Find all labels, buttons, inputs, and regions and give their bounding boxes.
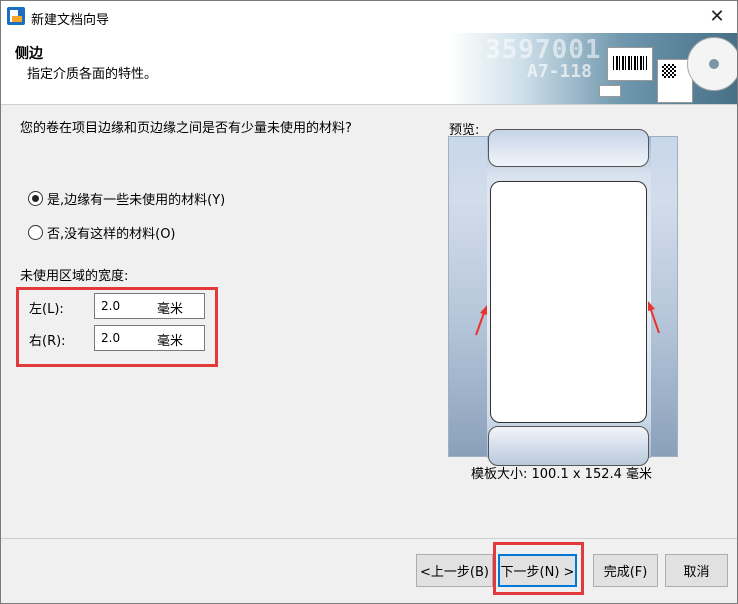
option-no-label: 否,没有这样的材料(O): [47, 227, 176, 242]
next-button-highlight: [493, 542, 584, 595]
wizard-header: 侧边 指定介质各面的特性。 3597001 A7-118: [1, 33, 737, 105]
banner-code-text: A7-118: [527, 61, 593, 82]
option-no[interactable]: 否,没有这样的材料(O): [28, 223, 176, 242]
title-bar: 新建文档向导 ✕: [1, 1, 737, 33]
close-icon: ✕: [709, 5, 725, 27]
template-size-text: 模板大小: 100.1 x 152.4 毫米: [471, 467, 653, 482]
close-button[interactable]: ✕: [705, 5, 729, 27]
option-yes-label: 是,边缘有一些未使用的材料(Y): [47, 193, 226, 208]
preview-label-top: [488, 129, 649, 167]
question-text: 您的卷在项目边缘和页边缘之间是否有少量未使用的材料?: [20, 121, 352, 136]
footer-divider: [1, 538, 737, 539]
step-title: 侧边: [15, 46, 43, 62]
preview-label-main: [490, 181, 647, 423]
radio-no[interactable]: [28, 225, 43, 240]
cancel-button[interactable]: 取消: [665, 554, 728, 587]
disc-label-icon: [687, 37, 737, 91]
barcode-label-icon: [607, 47, 653, 81]
header-banner-image: 3597001 A7-118: [449, 33, 737, 104]
radio-yes[interactable]: [28, 191, 43, 206]
back-button[interactable]: <上一步(B): [416, 554, 493, 587]
window-title: 新建文档向导: [31, 13, 110, 28]
right-margin-arrow-icon: [648, 301, 660, 333]
label-preview: [448, 129, 678, 466]
finish-button[interactable]: 完成(F): [593, 554, 658, 587]
left-margin-arrow-icon: [475, 305, 487, 336]
margin-fields-highlight: [16, 287, 218, 367]
app-logo-icon: [7, 7, 25, 25]
step-subtitle: 指定介质各面的特性。: [27, 67, 158, 82]
preview-label-bottom: [488, 426, 649, 466]
banner-small-label: [599, 85, 621, 97]
option-yes[interactable]: 是,边缘有一些未使用的材料(Y): [28, 189, 225, 208]
unused-width-label: 未使用区域的宽度:: [20, 269, 129, 284]
wizard-window: 新建文档向导 ✕ 侧边 指定介质各面的特性。 3597001 A7-118 您的…: [0, 0, 738, 604]
